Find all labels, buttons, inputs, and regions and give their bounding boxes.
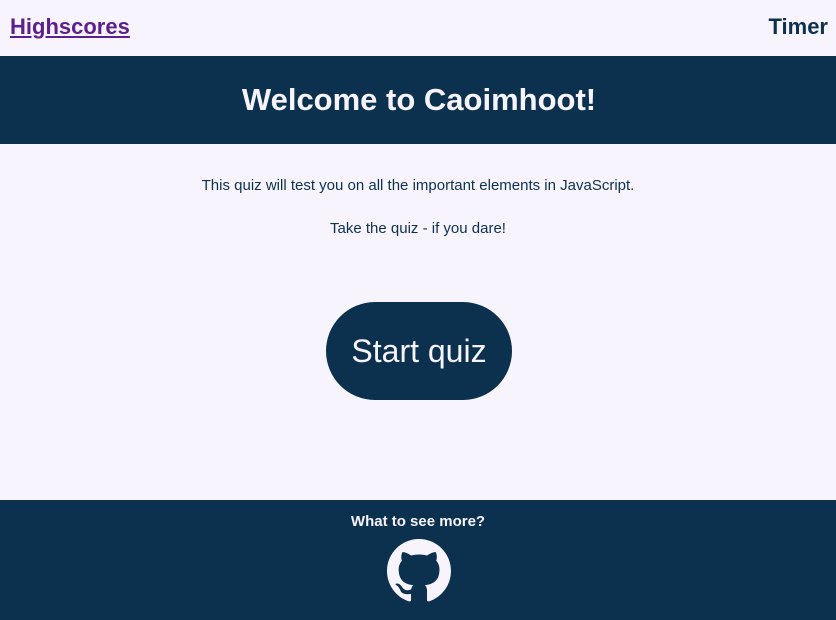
- header-banner: Welcome to Caoimhoot!: [0, 56, 836, 144]
- footer-prompt: What to see more?: [350, 513, 486, 530]
- start-quiz-button[interactable]: Start quiz: [326, 302, 512, 400]
- github-link[interactable]: [387, 539, 451, 603]
- page-title: Welcome to Caoimhoot!: [241, 82, 597, 117]
- highscores-link[interactable]: Highscores: [10, 14, 130, 40]
- dare-text: Take the quiz - if you dare!: [330, 220, 506, 237]
- github-icon: [387, 539, 451, 602]
- top-nav: Highscores Timer: [0, 0, 836, 56]
- quiz-intro: This quiz will test you on all the impor…: [0, 144, 836, 500]
- intro-text: This quiz will test you on all the impor…: [201, 177, 635, 194]
- timer-label: Timer: [768, 14, 828, 39]
- footer: What to see more?: [0, 500, 836, 620]
